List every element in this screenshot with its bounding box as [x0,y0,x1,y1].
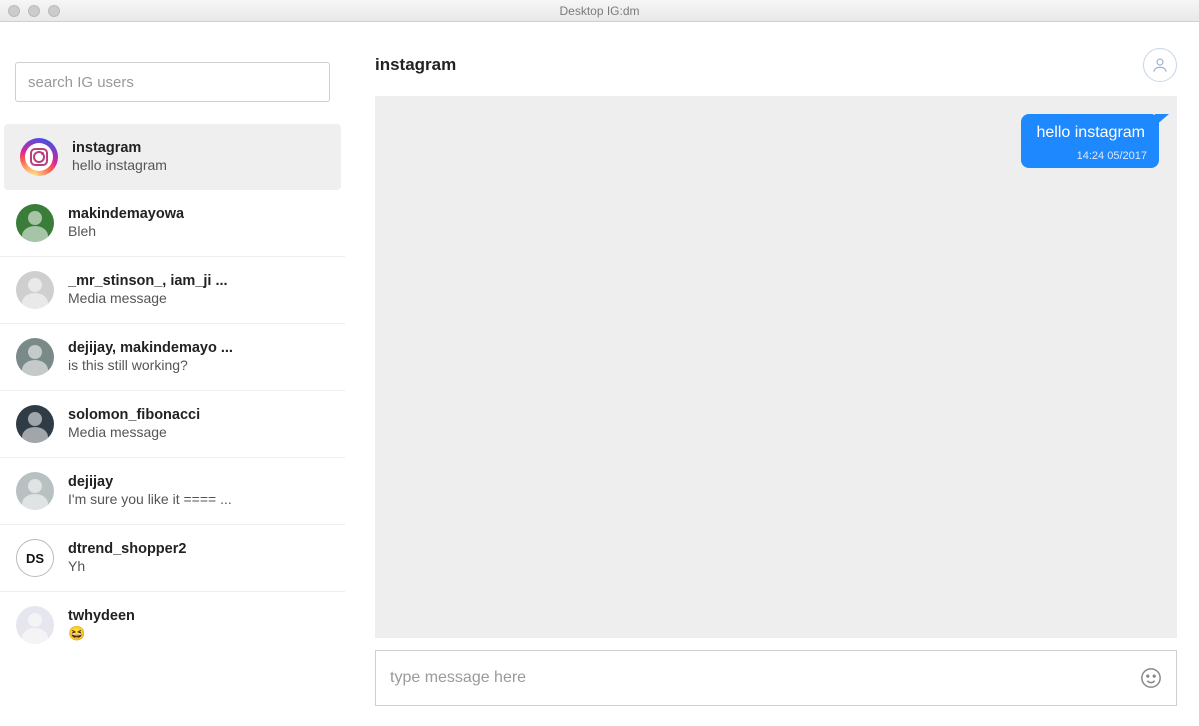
conversation-preview: is this still working? [68,357,233,375]
conversation-item[interactable]: dejijayI'm sure you like it ==== ... [0,457,345,524]
window-maximize-icon[interactable] [48,5,60,17]
conversation-name: dtrend_shopper2 [68,540,186,558]
conversation-name: instagram [72,139,167,157]
conversation-list: instagramhello instagrammakindemayowaBle… [0,124,345,658]
profile-button[interactable] [1143,48,1177,82]
conversation-preview: hello instagram [72,157,167,175]
instagram-icon [30,148,48,166]
composer [375,650,1177,706]
conversation-name: _mr_stinson_, iam_ji ... [68,272,228,290]
conversation-item[interactable]: instagramhello instagram [4,124,341,190]
avatar [16,606,54,644]
conversation-item[interactable]: solomon_fibonacciMedia message [0,390,345,457]
conversation-name: dejijay, makindemayo ... [68,339,233,357]
sidebar: instagramhello instagrammakindemayowaBle… [0,22,345,726]
conversation-name: twhydeen [68,607,135,625]
conversation-preview: 😆 [68,625,135,643]
conversation-item[interactable]: makindemayowaBleh [0,190,345,256]
window-titlebar: Desktop IG:dm [0,0,1199,22]
message-bubble: hello instagram 14:24 05/2017 [1021,114,1160,168]
avatar: DS [16,539,54,577]
chat-title: instagram [375,55,456,75]
conversation-preview: Bleh [68,223,184,241]
message-text: hello instagram [1037,124,1146,141]
conversation-name: dejijay [68,473,232,491]
window-close-icon[interactable] [8,5,20,17]
conversation-item[interactable]: twhydeen😆 [0,591,345,658]
window-minimize-icon[interactable] [28,5,40,17]
avatar [16,405,54,443]
conversation-name: makindemayowa [68,205,184,223]
message-input[interactable] [390,669,1130,687]
conversation-preview: I'm sure you like it ==== ... [68,491,232,509]
emoji-button[interactable] [1140,667,1162,689]
conversation-preview: Media message [68,290,228,308]
conversation-name: solomon_fibonacci [68,406,200,424]
smiley-icon [1140,667,1162,689]
window-title: Desktop IG:dm [0,4,1199,18]
chat-pane: instagram hello instagram 14:24 05/2017 [345,22,1199,726]
conversation-item[interactable]: DS dtrend_shopper2Yh [0,524,345,591]
avatar [20,138,58,176]
conversation-preview: Yh [68,558,186,576]
avatar [16,271,54,309]
search-input[interactable] [15,62,330,102]
bubble-tail-icon [1155,114,1169,126]
avatar [16,204,54,242]
avatar [16,338,54,376]
conversation-preview: Media message [68,424,200,442]
message-time: 14:24 05/2017 [1077,150,1147,162]
user-icon [1151,56,1169,74]
conversation-item[interactable]: _mr_stinson_, iam_ji ...Media message [0,256,345,323]
message-row: hello instagram 14:24 05/2017 [393,114,1159,168]
avatar [16,472,54,510]
conversation-item[interactable]: dejijay, makindemayo ...is this still wo… [0,323,345,390]
message-area[interactable]: hello instagram 14:24 05/2017 [375,96,1177,638]
